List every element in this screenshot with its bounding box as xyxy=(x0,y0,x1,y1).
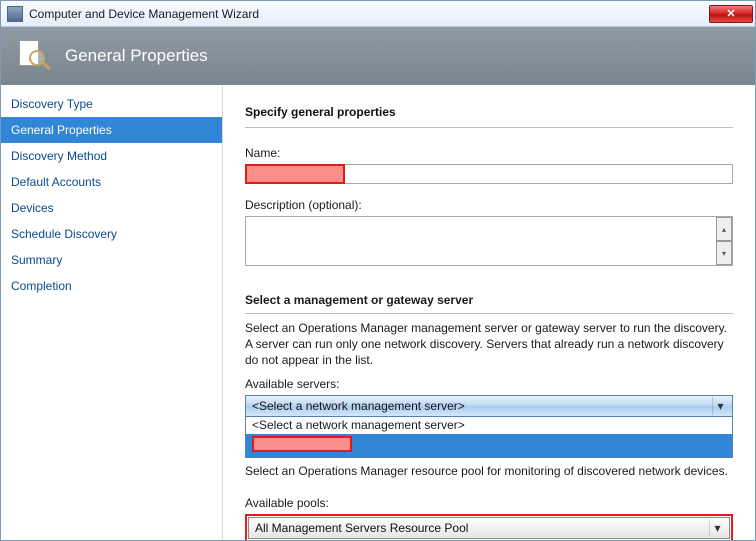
server-option-redacted[interactable] xyxy=(246,434,732,457)
description-spin-up[interactable]: ▴ xyxy=(716,217,732,241)
available-servers-label: Available servers: xyxy=(245,377,733,391)
available-pools-dropdown[interactable]: All Management Servers Resource Pool ▾ xyxy=(248,517,730,539)
close-button[interactable]: ✕ xyxy=(709,5,753,23)
wizard-steps-sidebar: Discovery Type General Properties Discov… xyxy=(1,85,223,540)
step-discovery-method[interactable]: Discovery Method xyxy=(1,143,222,169)
chevron-down-icon: ▾ xyxy=(709,519,725,537)
description-label: Description (optional): xyxy=(245,198,733,212)
step-summary[interactable]: Summary xyxy=(1,247,222,273)
wizard-header: General Properties xyxy=(1,27,755,85)
available-pools-highlight: All Management Servers Resource Pool ▾ xyxy=(245,514,733,540)
description-spin-down[interactable]: ▾ xyxy=(716,241,732,265)
available-pools-selected: All Management Servers Resource Pool xyxy=(255,521,709,535)
redacted-name-value xyxy=(245,164,345,184)
wizard-main-panel: Specify general properties Name: Descrip… xyxy=(223,85,755,540)
description-spinner: ▴ ▾ xyxy=(716,217,732,265)
available-servers-dropdown[interactable]: <Select a network management server> ▾ xyxy=(245,395,733,417)
title-bar: Computer and Device Management Wizard ✕ xyxy=(1,1,755,27)
available-servers-dropdown-list: <Select a network management server> xyxy=(245,416,733,458)
redacted-server-name xyxy=(252,436,352,452)
resource-pool-help: Select an Operations Manager resource po… xyxy=(245,464,733,478)
management-server-help: Select an Operations Manager management … xyxy=(245,320,733,369)
step-general-properties[interactable]: General Properties xyxy=(1,117,222,143)
step-discovery-type[interactable]: Discovery Type xyxy=(1,91,222,117)
chevron-down-icon: ▾ xyxy=(712,397,728,415)
step-devices[interactable]: Devices xyxy=(1,195,222,221)
wizard-header-title: General Properties xyxy=(65,46,208,66)
available-servers-selected: <Select a network management server> xyxy=(252,399,712,413)
available-pools-label: Available pools: xyxy=(245,496,733,510)
section-title: Specify general properties xyxy=(245,105,733,128)
app-icon xyxy=(7,6,23,22)
management-server-heading: Select a management or gateway server xyxy=(245,293,733,314)
description-textarea[interactable] xyxy=(245,216,733,266)
window-title: Computer and Device Management Wizard xyxy=(29,7,709,21)
wizard-header-icon xyxy=(19,40,51,72)
step-completion[interactable]: Completion xyxy=(1,273,222,299)
server-option-placeholder[interactable]: <Select a network management server> xyxy=(246,416,732,434)
step-schedule-discovery[interactable]: Schedule Discovery xyxy=(1,221,222,247)
step-default-accounts[interactable]: Default Accounts xyxy=(1,169,222,195)
name-label: Name: xyxy=(245,146,733,160)
close-icon: ✕ xyxy=(726,7,735,20)
